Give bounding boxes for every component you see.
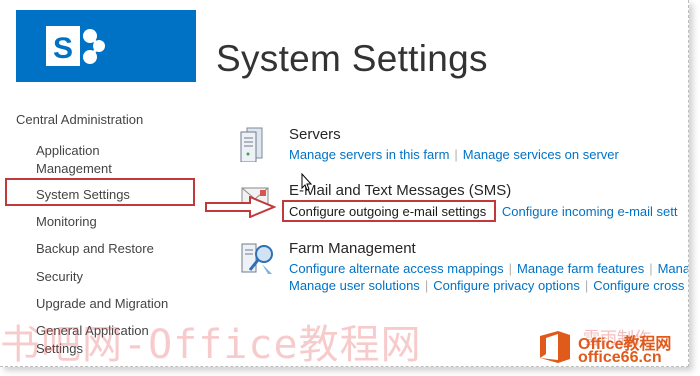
outgoing-email-highlight-box (282, 200, 496, 222)
mouse-cursor-icon (301, 173, 313, 191)
nav-item-security[interactable]: Security (36, 268, 83, 286)
nav-item-system-settings[interactable]: System Settings (36, 186, 130, 204)
link-manage-user-solutions[interactable]: Manage user solutions (289, 278, 420, 293)
sharepoint-logo[interactable]: S (16, 10, 196, 82)
nav-item-backup-and-restore[interactable]: Backup and Restore (36, 240, 154, 258)
farm-links-row-2: Manage user solutions | Configure privacy … (289, 278, 684, 293)
farm-links-row-1: Configure alternate access mappings | Mana… (289, 261, 688, 276)
section-title-email[interactable]: E-Mail and Text Messages (SMS) (289, 182, 511, 199)
link-configure-alternate-access-mappings[interactable]: Configure alternate access mappings (289, 261, 504, 276)
link-configure-incoming-email-settings[interactable]: Configure incoming e-mail sett (502, 204, 678, 219)
watermark-text: 书吧网-Office教程网 (0, 322, 422, 367)
right-arrow-icon (205, 196, 276, 218)
link-separator: | (424, 278, 429, 293)
link-configure-privacy-options[interactable]: Configure privacy options (433, 278, 580, 293)
svg-text:S: S (53, 32, 73, 65)
server-icon (240, 127, 263, 162)
section-title-farm-management[interactable]: Farm Management (289, 240, 416, 257)
link-separator: | (454, 147, 458, 162)
page-title: System Settings (216, 38, 488, 79)
nav-item-monitoring[interactable]: Monitoring (36, 213, 97, 231)
link-manage-farm-features[interactable]: Manage farm features (517, 261, 644, 276)
servers-links: Manage servers in this farm | Manage servi… (289, 147, 619, 162)
section-title-servers[interactable]: Servers (289, 126, 341, 143)
link-configure-cross-truncated[interactable]: Configure cross (593, 278, 684, 293)
farm-management-icon (241, 243, 273, 274)
nav-root-central-administration[interactable]: Central Administration (16, 112, 143, 127)
office-url-text: office66.cn (578, 349, 662, 366)
sharepoint-central-admin-page: S System Settings Central Administration… (0, 0, 689, 367)
sharepoint-logo-icon: S (46, 26, 105, 66)
link-separator: | (508, 261, 513, 276)
link-manage-services-on-server[interactable]: Manage services on server (463, 147, 619, 162)
link-manage-servers-in-this-farm[interactable]: Manage servers in this farm (289, 147, 449, 162)
nav-item-upgrade-and-migration[interactable]: Upgrade and Migration (36, 295, 168, 313)
office-logo-icon (540, 331, 570, 363)
nav-item-application-management[interactable]: Application Management (36, 142, 146, 178)
link-mana-truncated[interactable]: Mana (658, 261, 688, 276)
link-separator: | (649, 261, 653, 276)
link-separator: | (584, 278, 589, 293)
